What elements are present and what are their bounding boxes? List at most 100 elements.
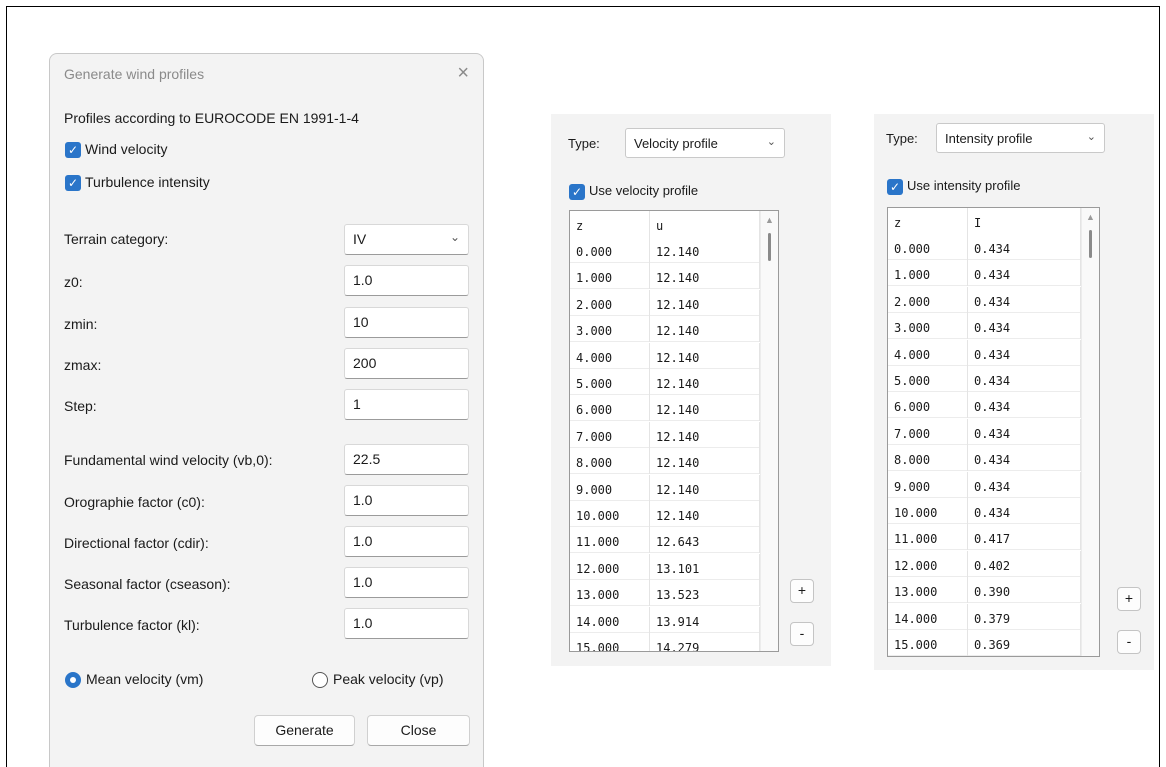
table-row[interactable]: 10.000 12.140 xyxy=(570,501,760,527)
velocity-table-scrollbar[interactable]: ▲ xyxy=(760,211,778,651)
table-cell-value[interactable]: 12.140 xyxy=(650,395,760,422)
table-cell-z[interactable]: 9.000 xyxy=(888,471,968,498)
zmin-input[interactable]: 10 xyxy=(344,307,469,338)
table-cell-z[interactable]: 11.000 xyxy=(570,527,650,554)
table-row[interactable]: 8.000 12.140 xyxy=(570,448,760,475)
close-button[interactable]: Close xyxy=(367,715,470,746)
table-row[interactable]: 12.000 0.402 xyxy=(888,550,1081,577)
table-cell-value[interactable]: 0.434 xyxy=(968,498,1081,524)
table-cell-z[interactable]: 12.000 xyxy=(888,550,968,577)
table-row[interactable]: 4.000 12.140 xyxy=(570,342,760,369)
table-cell-value[interactable]: 0.434 xyxy=(968,286,1081,313)
table-cell-value[interactable]: 12.140 xyxy=(650,342,760,369)
table-cell-value[interactable]: 13.914 xyxy=(650,606,760,633)
table-cell-z[interactable]: 13.000 xyxy=(888,577,968,604)
table-cell-value[interactable]: 12.643 xyxy=(650,527,760,554)
table-cell-z[interactable]: 3.000 xyxy=(570,316,650,343)
table-cell-value[interactable]: 0.434 xyxy=(968,471,1081,498)
table-row[interactable]: 10.000 0.434 xyxy=(888,498,1081,524)
table-cell-z[interactable]: 1.000 xyxy=(570,263,650,290)
table-cell-z[interactable]: 8.000 xyxy=(570,448,650,475)
table-row[interactable]: 2.000 12.140 xyxy=(570,289,760,316)
kl-input[interactable]: 1.0 xyxy=(344,608,469,639)
table-cell-z[interactable]: 0.000 xyxy=(888,234,968,260)
table-cell-z[interactable]: 5.000 xyxy=(570,369,650,395)
table-row[interactable]: 6.000 0.434 xyxy=(888,392,1081,419)
table-row[interactable]: 1.000 0.434 xyxy=(888,260,1081,287)
add-row-button[interactable]: + xyxy=(790,579,814,603)
terrain-category-select[interactable]: IV ⌄ xyxy=(344,224,469,255)
table-cell-value[interactable]: 12.140 xyxy=(650,501,760,527)
velocity-type-select[interactable]: Velocity profile ⌄ xyxy=(625,128,785,158)
table-row[interactable]: 9.000 12.140 xyxy=(570,474,760,501)
table-cell-z[interactable]: 4.000 xyxy=(570,342,650,369)
table-cell-z[interactable]: 10.000 xyxy=(888,498,968,524)
table-row[interactable]: 6.000 12.140 xyxy=(570,395,760,422)
table-row[interactable]: 13.000 13.523 xyxy=(570,580,760,607)
add-row-button[interactable]: + xyxy=(1117,587,1141,611)
table-cell-z[interactable]: 7.000 xyxy=(570,421,650,448)
table-cell-z[interactable]: 15.000 xyxy=(570,633,650,651)
table-row[interactable]: 11.000 12.643 xyxy=(570,527,760,554)
table-cell-z[interactable]: 4.000 xyxy=(888,339,968,366)
generate-button[interactable]: Generate xyxy=(254,715,355,746)
table-cell-value[interactable]: 0.390 xyxy=(968,577,1081,604)
table-row[interactable]: 5.000 12.140 xyxy=(570,369,760,395)
intensity-profile-table[interactable]: z I 0.000 0.434 1.000 0.434 2.000 0.434 3.000 0… xyxy=(887,207,1100,657)
scroll-up-icon[interactable]: ▲ xyxy=(765,215,774,225)
table-row[interactable]: 14.000 0.379 xyxy=(888,603,1081,630)
scrollbar-thumb[interactable] xyxy=(768,233,771,261)
table-cell-value[interactable]: 0.434 xyxy=(968,418,1081,445)
table-cell-z[interactable]: 8.000 xyxy=(888,445,968,472)
table-cell-value[interactable]: 12.140 xyxy=(650,263,760,290)
table-row[interactable]: 1.000 12.140 xyxy=(570,263,760,290)
table-cell-z[interactable]: 6.000 xyxy=(570,395,650,422)
table-cell-z[interactable]: 14.000 xyxy=(570,606,650,633)
remove-row-button[interactable]: - xyxy=(790,622,814,646)
table-cell-z[interactable]: 14.000 xyxy=(888,603,968,630)
table-row[interactable]: 0.000 0.434 xyxy=(888,234,1081,260)
table-row[interactable]: 9.000 0.434 xyxy=(888,471,1081,498)
c0-input[interactable]: 1.0 xyxy=(344,485,469,516)
table-row[interactable]: 8.000 0.434 xyxy=(888,445,1081,472)
table-row[interactable]: 13.000 0.390 xyxy=(888,577,1081,604)
z0-input[interactable]: 1.0 xyxy=(344,265,469,296)
table-cell-value[interactable]: 13.523 xyxy=(650,580,760,607)
table-cell-value[interactable]: 13.101 xyxy=(650,553,760,580)
table-cell-z[interactable]: 0.000 xyxy=(570,237,650,263)
table-cell-value[interactable]: 0.434 xyxy=(968,392,1081,419)
table-cell-value[interactable]: 0.434 xyxy=(968,260,1081,287)
table-cell-value[interactable]: 14.279 xyxy=(650,633,760,651)
table-cell-value[interactable]: 12.140 xyxy=(650,448,760,475)
table-cell-z[interactable]: 3.000 xyxy=(888,313,968,340)
table-row[interactable]: 11.000 0.417 xyxy=(888,524,1081,551)
table-cell-value[interactable]: 12.140 xyxy=(650,289,760,316)
intensity-type-select[interactable]: Intensity profile ⌄ xyxy=(936,123,1105,153)
table-cell-z[interactable]: 2.000 xyxy=(570,289,650,316)
table-cell-value[interactable]: 0.434 xyxy=(968,339,1081,366)
intensity-table-scrollbar[interactable]: ▲ xyxy=(1081,208,1099,656)
table-row[interactable]: 15.000 0.369 xyxy=(888,630,1081,656)
table-cell-value[interactable]: 0.434 xyxy=(968,234,1081,260)
velocity-profile-table[interactable]: z u 0.000 12.140 1.000 12.140 2.000 12.140 3.0… xyxy=(569,210,779,652)
table-cell-value[interactable]: 0.417 xyxy=(968,524,1081,551)
table-row[interactable]: 3.000 0.434 xyxy=(888,313,1081,340)
table-cell-value[interactable]: 0.369 xyxy=(968,630,1081,656)
table-row[interactable]: 4.000 0.434 xyxy=(888,339,1081,366)
table-cell-z[interactable]: 2.000 xyxy=(888,286,968,313)
table-row[interactable]: 7.000 12.140 xyxy=(570,421,760,448)
cdir-input[interactable]: 1.0 xyxy=(344,526,469,557)
table-row[interactable]: 14.000 13.914 xyxy=(570,606,760,633)
table-cell-value[interactable]: 0.402 xyxy=(968,550,1081,577)
table-cell-value[interactable]: 12.140 xyxy=(650,474,760,501)
table-row[interactable]: 0.000 12.140 xyxy=(570,237,760,263)
table-cell-z[interactable]: 12.000 xyxy=(570,553,650,580)
table-cell-value[interactable]: 12.140 xyxy=(650,237,760,263)
table-cell-value[interactable]: 0.434 xyxy=(968,366,1081,392)
scrollbar-thumb[interactable] xyxy=(1089,230,1092,258)
table-row[interactable]: 15.000 14.279 xyxy=(570,633,760,651)
cseason-input[interactable]: 1.0 xyxy=(344,567,469,598)
table-cell-z[interactable]: 11.000 xyxy=(888,524,968,551)
remove-row-button[interactable]: - xyxy=(1117,630,1141,654)
table-cell-value[interactable]: 12.140 xyxy=(650,369,760,395)
